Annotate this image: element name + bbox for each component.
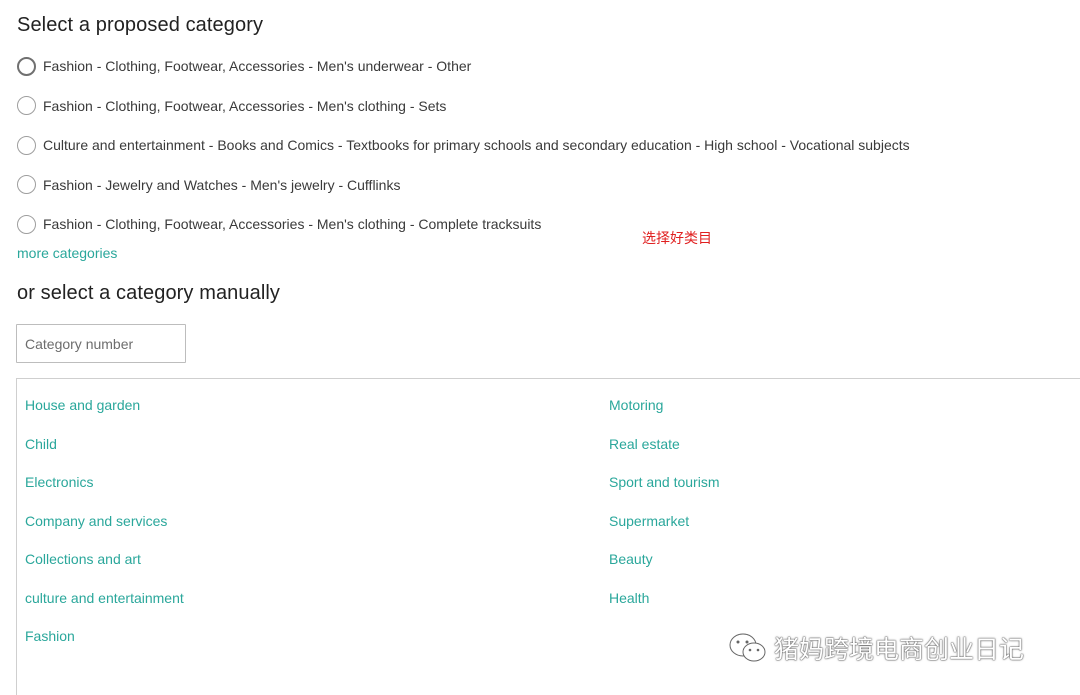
proposed-option-label: Fashion - Jewelry and Watches - Men's je… — [43, 176, 401, 193]
proposed-category-title: Select a proposed category — [17, 14, 264, 36]
more-categories-link[interactable]: more categories — [17, 245, 117, 261]
radio-button[interactable] — [17, 135, 36, 155]
radio-button[interactable] — [17, 96, 36, 115]
radio-button[interactable] — [17, 214, 36, 234]
manual-category-title: or select a category manually — [17, 282, 281, 304]
wechat-icon — [728, 632, 766, 662]
category-link-real-estate[interactable]: Real estate — [609, 436, 720, 456]
radio-button[interactable] — [17, 175, 36, 194]
proposed-option-5[interactable]: Fashion - Clothing, Footwear, Accessorie… — [17, 214, 910, 234]
category-link-company-and-services[interactable]: Company and services — [25, 513, 184, 533]
category-link-electronics[interactable]: Electronics — [25, 474, 184, 494]
category-link-supermarket[interactable]: Supermarket — [609, 513, 720, 533]
category-number-input[interactable] — [16, 324, 186, 363]
proposed-option-3[interactable]: Culture and entertainment - Books and Co… — [17, 135, 910, 155]
category-link-sport-and-tourism[interactable]: Sport and tourism — [609, 474, 720, 494]
radio-button[interactable] — [17, 56, 36, 76]
category-column-right: Motoring Real estate Sport and tourism S… — [609, 397, 720, 628]
annotation-note: 选择好类目 — [642, 231, 712, 247]
category-link-collections-and-art[interactable]: Collections and art — [25, 551, 184, 571]
category-link-culture-and-entertainment[interactable]: culture and entertainment — [25, 590, 184, 610]
proposed-option-label: Fashion - Clothing, Footwear, Accessorie… — [43, 97, 447, 114]
proposed-option-label: Fashion - Clothing, Footwear, Accessorie… — [43, 58, 472, 74]
proposed-category-list: Fashion - Clothing, Footwear, Accessorie… — [17, 56, 910, 254]
category-link-health[interactable]: Health — [609, 590, 720, 610]
category-link-fashion[interactable]: Fashion — [25, 628, 184, 648]
category-link-motoring[interactable]: Motoring — [609, 397, 720, 417]
category-link-beauty[interactable]: Beauty — [609, 551, 720, 571]
proposed-option-label: Culture and entertainment - Books and Co… — [43, 137, 910, 153]
watermark-text: 猪妈跨境电商创业日记 — [774, 635, 1025, 664]
category-column-left: House and garden Child Electronics Compa… — [25, 397, 184, 667]
category-link-child[interactable]: Child — [25, 436, 184, 456]
watermark: 猪妈跨境电商创业日记 — [728, 630, 1024, 666]
proposed-option-1[interactable]: Fashion - Clothing, Footwear, Accessorie… — [17, 56, 910, 76]
proposed-option-4[interactable]: Fashion - Jewelry and Watches - Men's je… — [17, 175, 910, 195]
category-selection-page: Select a proposed category Fashion - Clo… — [0, 0, 1080, 695]
proposed-option-label: Fashion - Clothing, Footwear, Accessorie… — [43, 216, 542, 232]
category-link-house-and-garden[interactable]: House and garden — [25, 397, 184, 417]
proposed-option-2[interactable]: Fashion - Clothing, Footwear, Accessorie… — [17, 96, 910, 116]
